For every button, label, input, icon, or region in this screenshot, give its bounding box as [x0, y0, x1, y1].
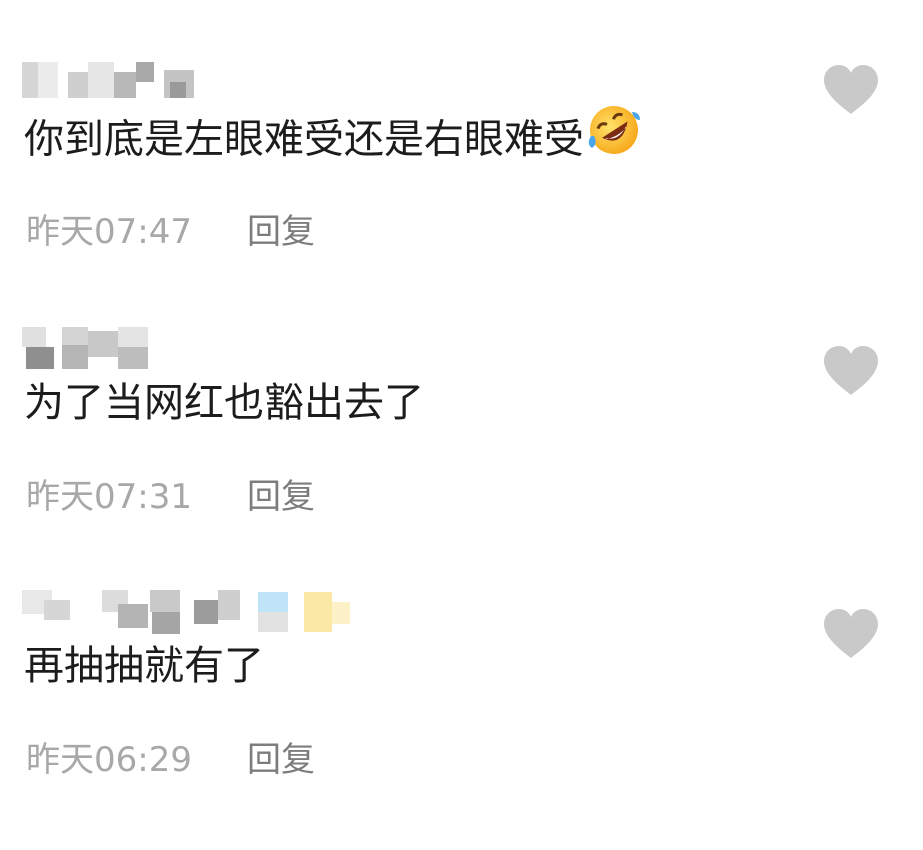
- comment-text: 你到底是左眼难受还是右眼难受: [24, 106, 642, 173]
- reply-button[interactable]: 回复: [247, 475, 315, 519]
- username-pixelated[interactable]: [22, 327, 362, 369]
- username-pixelated[interactable]: [22, 590, 362, 634]
- heart-icon: [824, 609, 878, 658]
- comment-timestamp: 昨天07:47: [26, 212, 192, 252]
- comment-text: 为了当网红也豁出去了: [24, 375, 424, 431]
- reply-button[interactable]: 回复: [247, 738, 315, 782]
- comment-content: 再抽抽就有了: [24, 643, 264, 689]
- comment-content: 为了当网红也豁出去了: [24, 380, 424, 426]
- like-button[interactable]: [822, 345, 880, 397]
- like-button[interactable]: [822, 64, 880, 116]
- comment-item: 再抽抽就有了 昨天06:29 回复: [0, 590, 923, 850]
- comment-timestamp: 昨天07:31: [26, 477, 192, 517]
- heart-icon: [824, 346, 878, 395]
- comment-timestamp: 昨天06:29: [26, 740, 192, 780]
- heart-icon: [824, 65, 878, 114]
- comment-text: 再抽抽就有了: [24, 638, 264, 694]
- comment-content: 你到底是左眼难受还是右眼难受: [24, 116, 584, 163]
- username-pixelated[interactable]: [22, 62, 362, 98]
- like-button[interactable]: [822, 608, 880, 660]
- reply-button[interactable]: 回复: [247, 210, 315, 254]
- rolling-on-floor-laughing-emoji: [586, 102, 642, 173]
- comment-item: 你到底是左眼难受还是右眼难受 昨天07:47 回复: [0, 62, 923, 322]
- comment-item: 为了当网红也豁出去了 昨天07:31 回复: [0, 327, 923, 587]
